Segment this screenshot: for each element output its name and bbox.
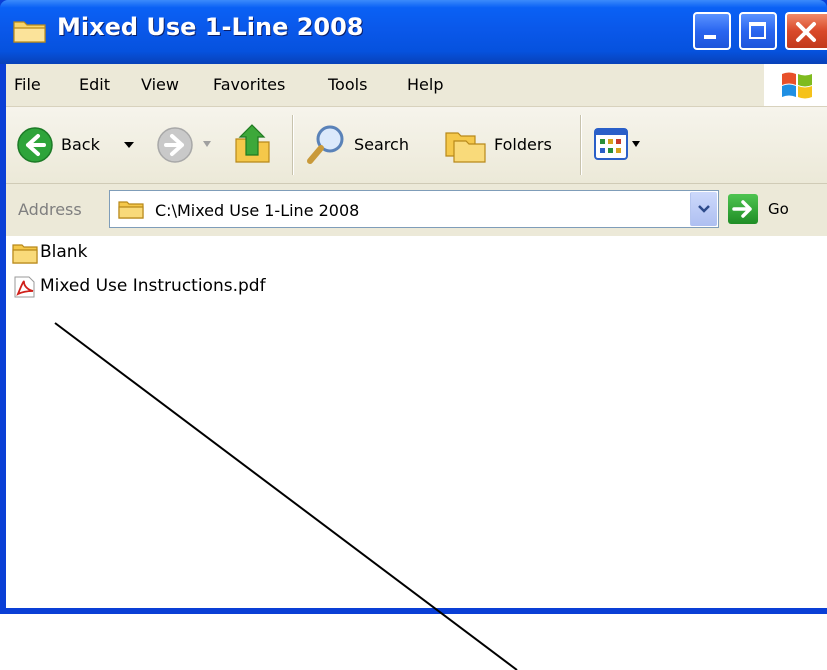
annotation-line [54, 322, 518, 670]
